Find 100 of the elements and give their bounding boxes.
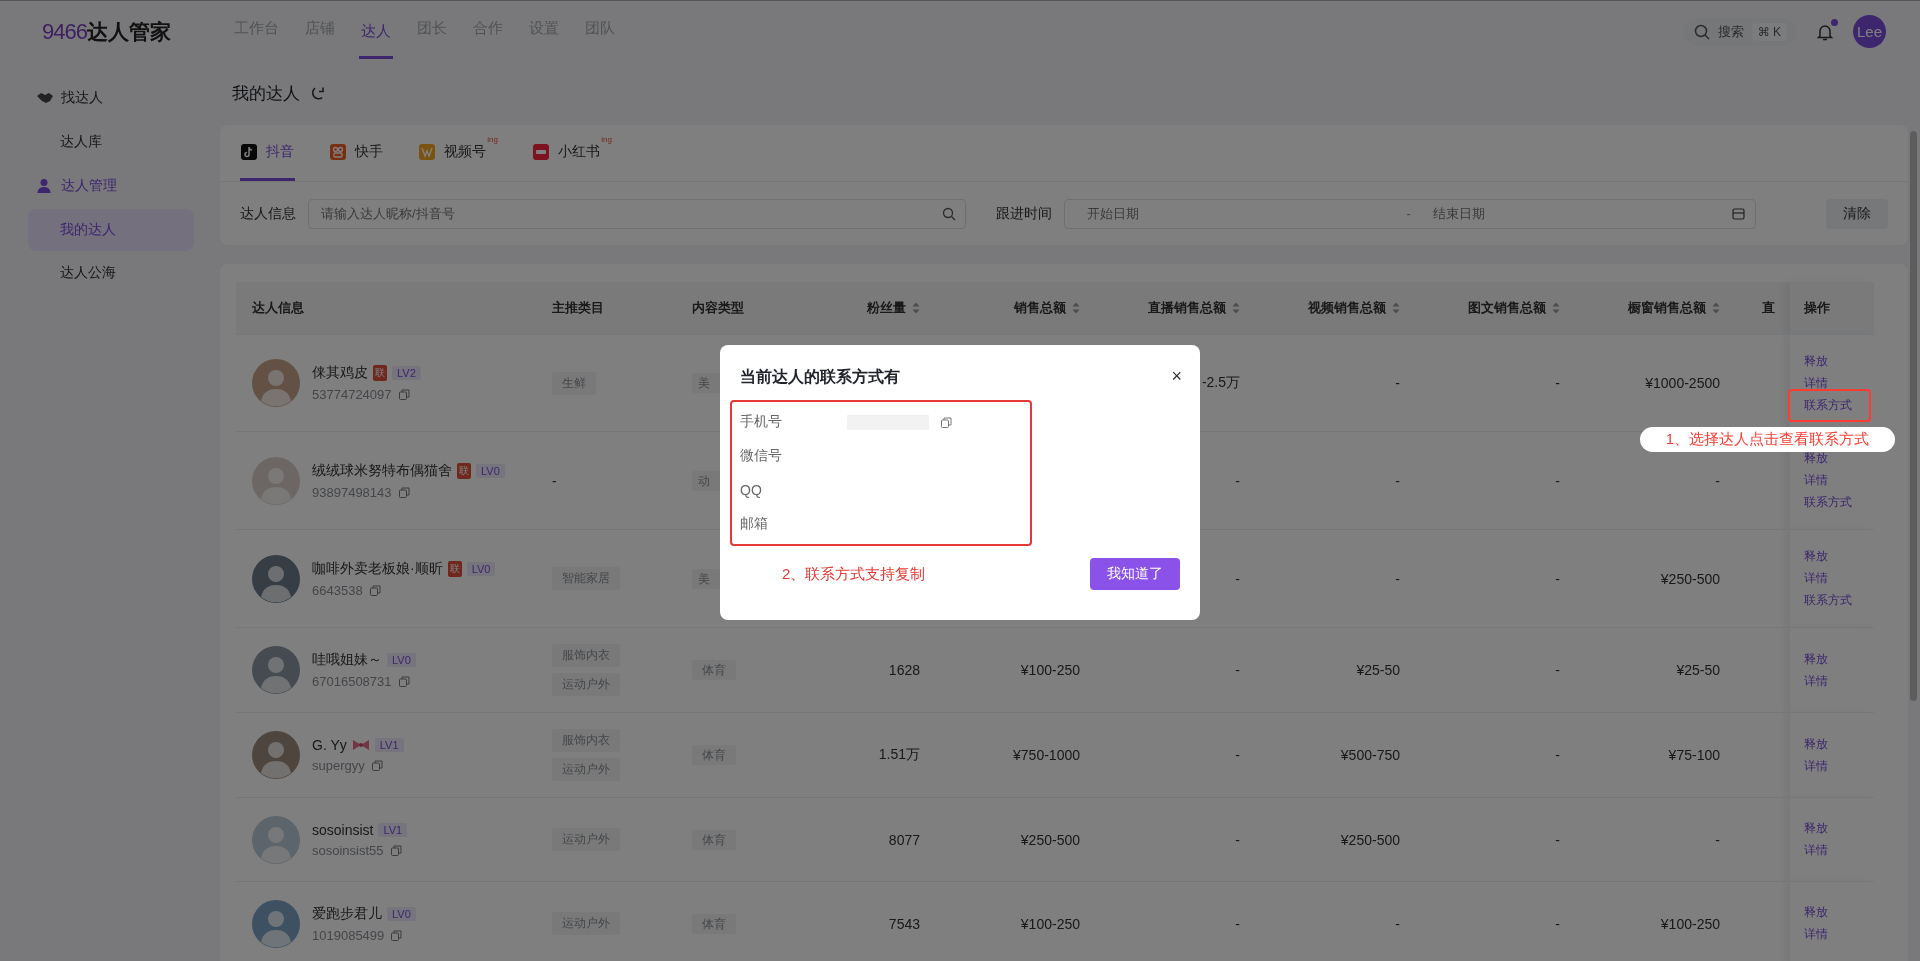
refresh-icon[interactable] [310, 85, 326, 102]
creator-id: 1019085499 [312, 927, 385, 943]
table-cell: - [1395, 375, 1400, 391]
creator-id: 6643538 [312, 582, 363, 598]
field-label: 邮箱 [740, 515, 769, 533]
table-cell: - [1555, 472, 1560, 489]
sort-icon [1552, 302, 1560, 314]
action-link[interactable]: 释放 [1804, 450, 1828, 467]
app-logo-icon [533, 143, 549, 160]
column-header[interactable]: 粉丝量 [816, 282, 936, 335]
level-tag: LV1 [378, 822, 408, 837]
creator-id: 53774724097 [312, 387, 392, 402]
platform-tab[interactable]: 抖音 [240, 125, 295, 181]
table-cell: ¥500-750 [1340, 747, 1400, 763]
search-icon [1693, 23, 1710, 40]
action-link[interactable]: 详情 [1804, 842, 1828, 859]
table-cell: - [1555, 662, 1560, 678]
action-link[interactable]: 联系方式 [1804, 592, 1852, 609]
date-input[interactable]: 开始日期 [1085, 205, 1387, 222]
copy-icon[interactable] [398, 486, 410, 498]
app-logo-icon [419, 143, 435, 160]
table-cell: - [1715, 472, 1720, 489]
sidebar-group-label: 找达人 [61, 89, 103, 107]
platform-tab[interactable]: 视频号 ing [418, 125, 498, 181]
creator-name: G. Yy [312, 737, 347, 753]
column-header: 达人信息 [236, 282, 536, 335]
copy-icon[interactable] [398, 676, 410, 687]
contact-tag: 联 [457, 462, 471, 479]
sidebar-item[interactable]: 达人库 [28, 121, 194, 163]
column-header[interactable]: 销售总额 [936, 282, 1096, 335]
action-link[interactable]: 详情 [1804, 672, 1828, 690]
search-field[interactable]: 请输入达人昵称/抖音号 [308, 198, 966, 229]
user-avatar[interactable]: Lee [1853, 15, 1886, 48]
action-link[interactable]: 详情 [1804, 570, 1828, 587]
action-link[interactable]: 联系方式 [1804, 494, 1852, 511]
action-link[interactable]: 联系方式 [1804, 396, 1852, 414]
avatar-icon [252, 815, 300, 864]
sidebar-item[interactable]: 我的达人 [28, 209, 194, 251]
table-cell: ¥100-250 [1020, 915, 1080, 932]
table-cell: ¥75-100 [1668, 747, 1720, 763]
column-header[interactable]: 橱窗销售总额 [1576, 282, 1736, 335]
copy-icon[interactable] [391, 929, 403, 941]
creator-id: 93897498143 [312, 484, 392, 500]
shortcut-key: ⌘ K [1751, 22, 1787, 41]
table-cell: - [1235, 747, 1240, 763]
scrollbar[interactable] [1910, 131, 1917, 701]
avatar-icon [252, 554, 300, 603]
table-cell: -2.5万 [1201, 374, 1240, 390]
action-link[interactable]: 释放 [1804, 548, 1828, 565]
sort-icon [1392, 302, 1400, 314]
action-link[interactable]: 释放 [1804, 352, 1828, 370]
sort-icon [1232, 302, 1240, 314]
copy-icon[interactable] [398, 389, 410, 400]
column-header[interactable]: 图文销售总额 [1416, 282, 1576, 335]
creator-name: 哇哦姐妹～ [312, 651, 382, 669]
action-link[interactable]: 详情 [1804, 472, 1828, 489]
table-cell: ¥250-500 [1660, 570, 1720, 587]
copy-icon[interactable] [941, 416, 952, 428]
column-header: 主推类目 [536, 282, 676, 335]
app-logo-icon [241, 143, 257, 160]
table-cell: - [1235, 570, 1240, 587]
table-cell: ¥100-250 [1660, 915, 1720, 932]
action-link[interactable]: 释放 [1804, 820, 1828, 837]
date-input[interactable]: 结束日期 [1430, 205, 1732, 222]
creator-id: supergyy [312, 758, 365, 773]
platform-tab[interactable]: 小红书 ing [532, 125, 612, 181]
date-range-field[interactable]: 开始日期 - 结束日期 [1064, 198, 1756, 229]
sidebar-group[interactable]: 达人管理 [28, 164, 218, 208]
column-header[interactable]: 直播销售总额 [1096, 282, 1256, 335]
clear-button[interactable]: 清除 [1826, 198, 1888, 229]
avatar-icon [252, 899, 300, 948]
confirm-button[interactable]: 我知道了 [1090, 558, 1180, 590]
platform-tab[interactable]: 快手 [329, 125, 384, 181]
action-link[interactable]: 释放 [1804, 735, 1828, 753]
table-cell: ¥250-500 [1020, 831, 1080, 848]
sidebar-group[interactable]: 找达人 [28, 76, 218, 120]
annotation-label: 1、选择达人点击查看联系方式 [1640, 427, 1895, 452]
action-link[interactable]: 释放 [1804, 650, 1828, 668]
table-cell: - [1235, 472, 1240, 489]
avatar-icon [252, 646, 300, 694]
close-button[interactable]: × [1171, 367, 1182, 385]
action-link[interactable]: 释放 [1804, 904, 1828, 922]
table-cell: 8077 [888, 831, 920, 848]
action-link[interactable]: 详情 [1804, 926, 1828, 944]
avatar-icon [252, 456, 300, 505]
action-link[interactable]: 详情 [1804, 757, 1828, 775]
copy-icon[interactable] [369, 584, 381, 596]
page-title: 我的达人 [232, 83, 300, 105]
copy-icon[interactable] [390, 844, 402, 856]
action-link[interactable]: 详情 [1804, 374, 1828, 392]
column-header[interactable]: 视频销售总额 [1256, 282, 1416, 335]
badge-label: ing [487, 135, 498, 144]
copy-icon[interactable] [371, 760, 383, 771]
table-cell: - [1235, 662, 1240, 678]
avatar-icon [252, 359, 300, 407]
level-tag: LV2 [392, 366, 421, 380]
sidebar-item[interactable]: 达人公海 [28, 252, 194, 294]
filter-label: 跟进时间 [996, 204, 1052, 223]
table-cell: - [1395, 915, 1400, 932]
nav-tab[interactable]: 达人 [359, 7, 393, 59]
